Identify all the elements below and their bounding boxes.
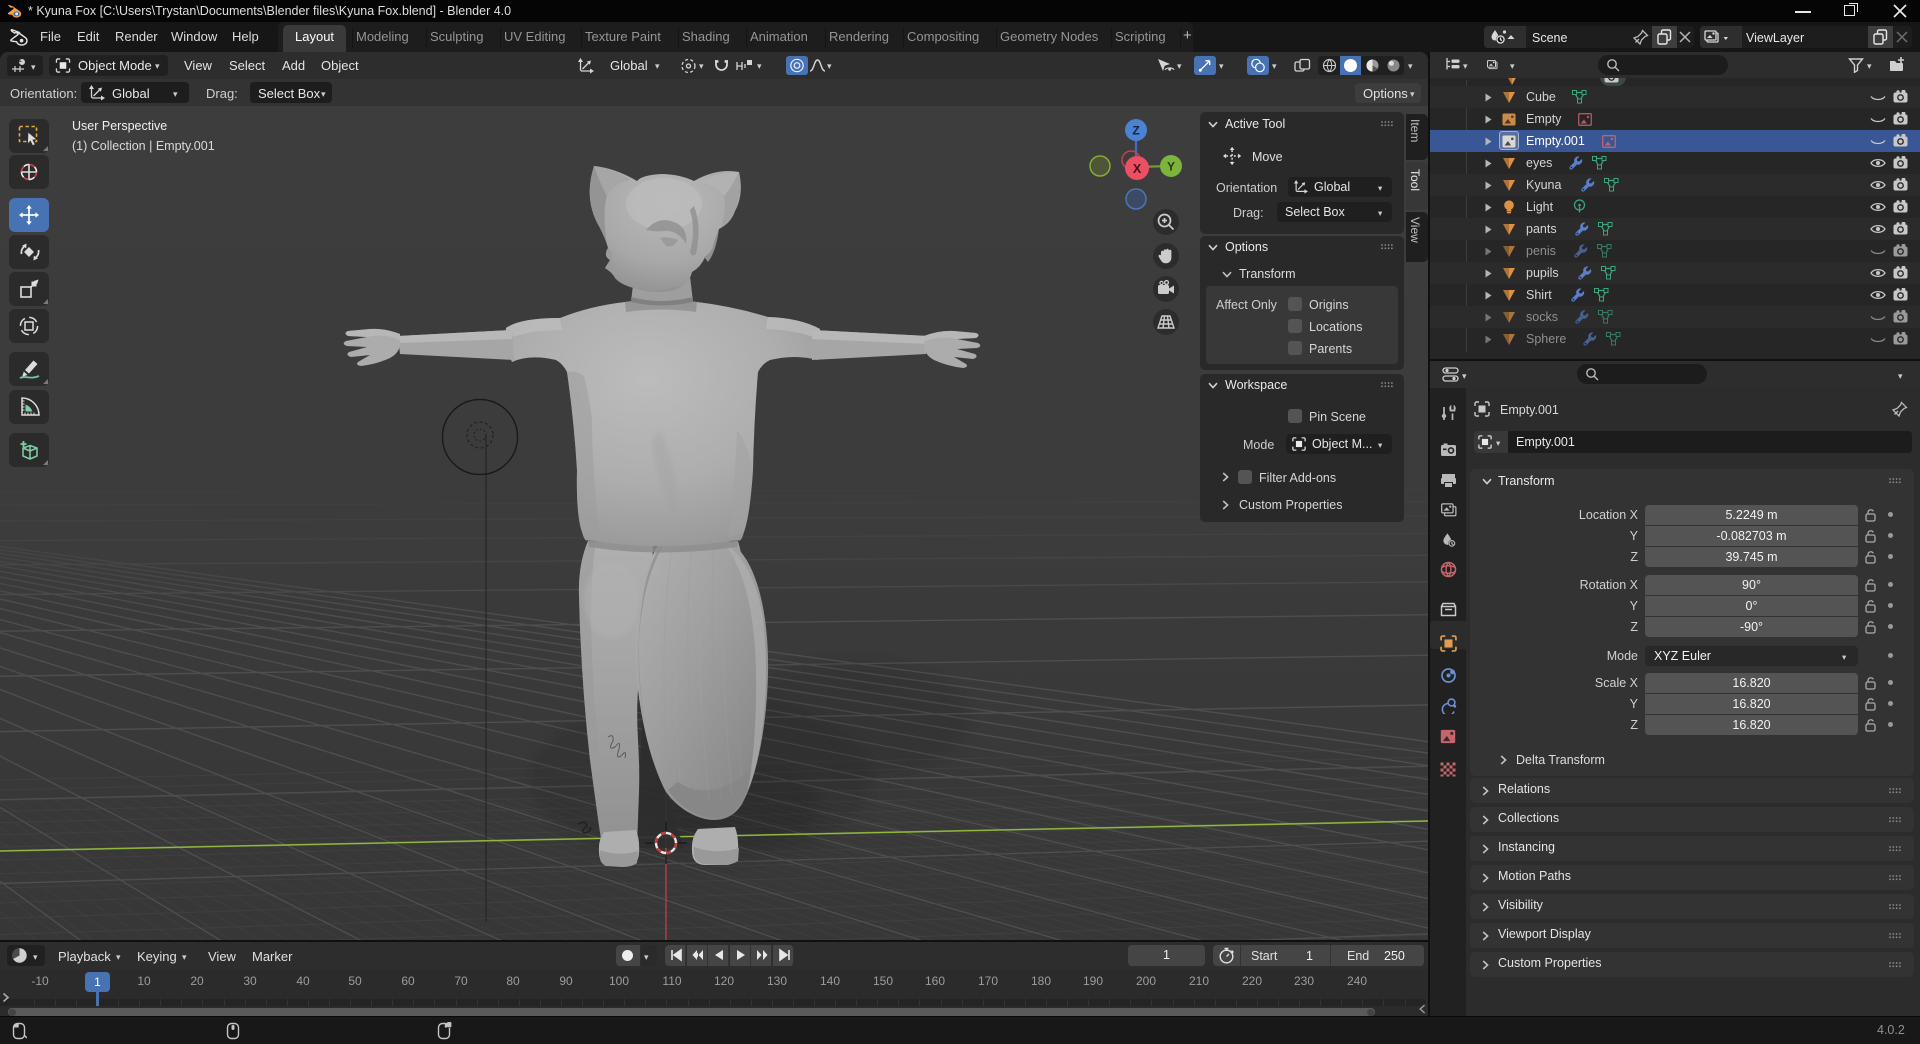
svg-text:Z: Z <box>1132 124 1139 138</box>
svg-text:X: X <box>1133 162 1142 176</box>
svg-text:Y: Y <box>1167 160 1175 174</box>
